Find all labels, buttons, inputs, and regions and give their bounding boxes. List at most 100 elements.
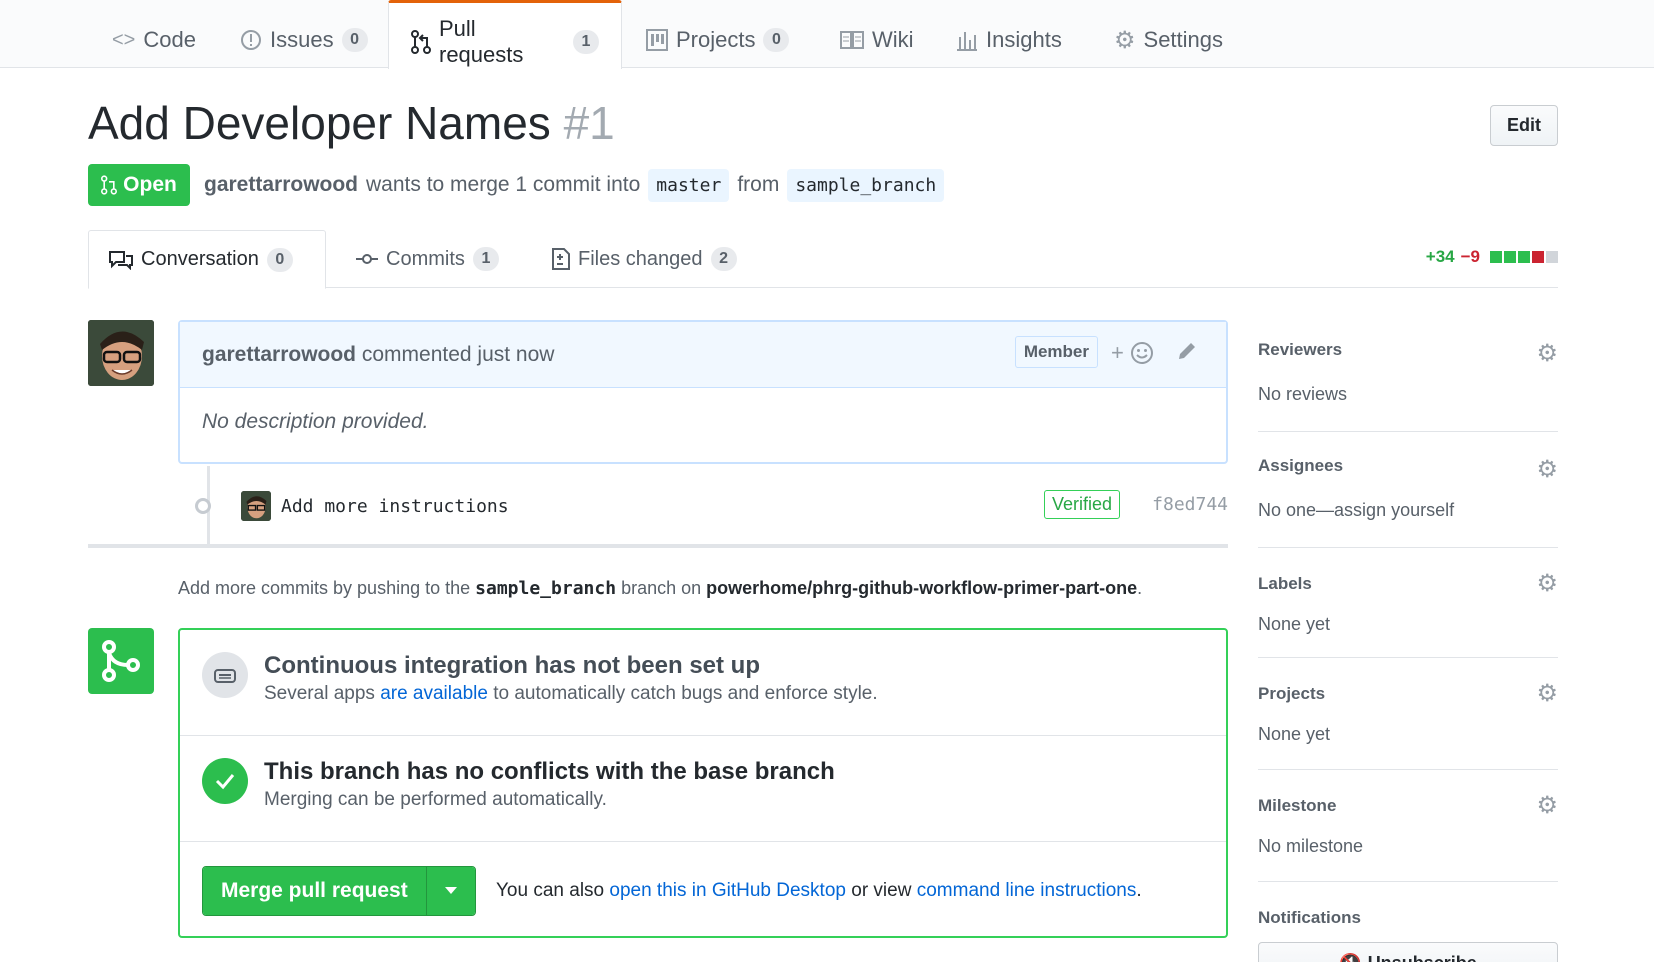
pull-requests-count: 1 bbox=[573, 30, 599, 54]
from-text: from bbox=[737, 173, 780, 196]
issue-icon bbox=[240, 29, 262, 51]
tab-issues-label: Issues bbox=[270, 27, 334, 52]
tab-code[interactable]: <> Code bbox=[112, 0, 196, 68]
tab-issues[interactable]: Issues 0 bbox=[240, 0, 368, 68]
status-label: Open bbox=[123, 173, 177, 196]
sidebar-milestone: Milestone No milestone ⚙ bbox=[1258, 770, 1558, 882]
merge-footer: You can also open this in GitHub Desktop… bbox=[496, 880, 1142, 902]
projects-value: None yet bbox=[1258, 724, 1331, 744]
assignees-heading: Assignees bbox=[1258, 456, 1344, 475]
comment-body: No description provided. bbox=[202, 410, 429, 433]
assignees-value[interactable]: No one—assign yourself bbox=[1258, 500, 1558, 521]
verified-badge[interactable]: Verified bbox=[1043, 490, 1120, 519]
push-hint: Add more commits by pushing to the sampl… bbox=[178, 578, 1142, 599]
tab-commits[interactable]: Commits 1 bbox=[356, 230, 499, 288]
milestone-value: No milestone bbox=[1258, 836, 1364, 856]
apps-available-link[interactable]: are available bbox=[380, 683, 488, 704]
tab-wiki[interactable]: Wiki bbox=[840, 0, 914, 68]
foot-prefix: You can also bbox=[496, 880, 605, 901]
tab-settings-label: Settings bbox=[1143, 27, 1224, 52]
reaction-plus: + bbox=[1111, 340, 1124, 365]
pr-tabnav: Conversation 0 Commits 1 Files changed 2… bbox=[88, 230, 1558, 289]
head-branch[interactable]: sample_branch bbox=[787, 168, 945, 202]
conflict-subtitle: Merging can be performed automatically. bbox=[264, 789, 607, 810]
labels-gear-icon[interactable]: ⚙ bbox=[1536, 572, 1558, 596]
tab-files-changed-label: Files changed bbox=[578, 247, 703, 270]
tab-settings[interactable]: ⚙ Settings bbox=[1114, 0, 1223, 68]
conflict-section: This branch has no conflicts with the ba… bbox=[180, 736, 1226, 842]
reviewers-value: No reviews bbox=[1258, 384, 1348, 404]
avatar[interactable] bbox=[88, 320, 154, 386]
tab-conversation-label: Conversation bbox=[141, 248, 259, 270]
check-icon bbox=[202, 758, 248, 804]
projects-count: 0 bbox=[763, 28, 790, 52]
deletions-count: −9 bbox=[1460, 247, 1480, 266]
ci-icon bbox=[202, 652, 248, 698]
tab-files-changed[interactable]: Files changed 2 bbox=[552, 230, 737, 288]
base-branch[interactable]: master bbox=[648, 168, 730, 202]
hint-prefix: Add more commits by pushing to the bbox=[178, 578, 471, 598]
status-badge: Open bbox=[88, 164, 190, 206]
assignees-gear-icon[interactable]: ⚙ bbox=[1536, 458, 1558, 482]
tab-insights-label: Insights bbox=[986, 27, 1062, 52]
command-line-link[interactable]: command line instructions bbox=[917, 880, 1137, 901]
sidebar-reviewers: Reviewers No reviews ⚙ bbox=[1258, 320, 1558, 432]
projects-heading: Projects bbox=[1258, 684, 1326, 703]
sidebar: Reviewers No reviews ⚙ Assignees No one—… bbox=[1258, 320, 1558, 928]
pr-number: #1 bbox=[563, 97, 615, 149]
add-reaction-button[interactable]: + bbox=[1111, 340, 1154, 366]
sidebar-projects: Projects None yet ⚙ bbox=[1258, 658, 1558, 770]
pr-title: Add Developer Names #1 bbox=[88, 96, 615, 150]
comment-discussion-icon bbox=[109, 250, 133, 270]
commit-message[interactable]: Add more instructions bbox=[281, 496, 509, 517]
milestone-heading: Milestone bbox=[1258, 796, 1337, 815]
gear-icon: ⚙ bbox=[1114, 26, 1136, 54]
ci-subtitle: Several apps are available to automatica… bbox=[264, 683, 878, 705]
smiley-icon bbox=[1131, 342, 1153, 364]
author-link[interactable]: garettarrowood bbox=[204, 173, 358, 197]
pull-request-icon bbox=[101, 175, 118, 195]
commits-count: 1 bbox=[472, 247, 499, 271]
merge-pull-request-button[interactable]: Merge pull request bbox=[203, 867, 427, 915]
unsubscribe-label: Unsubscribe bbox=[1368, 953, 1477, 962]
merge-box: Continuous integration has not been set … bbox=[178, 628, 1228, 938]
milestone-gear-icon[interactable]: ⚙ bbox=[1536, 794, 1558, 818]
file-diff-icon bbox=[552, 248, 570, 270]
conversation-count: 0 bbox=[266, 247, 293, 272]
conflict-title: This branch has no conflicts with the ba… bbox=[264, 758, 835, 785]
ci-sub-prefix: Several apps bbox=[264, 683, 375, 704]
ci-section: Continuous integration has not been set … bbox=[180, 630, 1226, 736]
merge-options-dropdown[interactable] bbox=[426, 867, 475, 915]
open-desktop-link[interactable]: open this in GitHub Desktop bbox=[609, 880, 846, 901]
issues-count: 0 bbox=[341, 28, 368, 52]
commit-sha[interactable]: f8ed744 bbox=[1152, 494, 1228, 515]
hint-suffix: . bbox=[1137, 578, 1143, 598]
projects-gear-icon[interactable]: ⚙ bbox=[1536, 682, 1558, 706]
unsubscribe-button[interactable]: 🔇 Unsubscribe bbox=[1258, 942, 1558, 962]
tab-conversation[interactable]: Conversation 0 bbox=[88, 230, 326, 289]
edit-button[interactable]: Edit bbox=[1490, 105, 1558, 146]
labels-value: None yet bbox=[1258, 614, 1331, 634]
comment-author[interactable]: garettarrowood bbox=[202, 343, 356, 367]
labels-heading: Labels bbox=[1258, 574, 1312, 593]
tab-projects[interactable]: Projects 0 bbox=[646, 0, 790, 68]
member-badge: Member bbox=[1014, 336, 1098, 368]
timeline-separator bbox=[88, 544, 1228, 548]
tab-pull-requests[interactable]: Pull requests 1 bbox=[388, 0, 622, 69]
hint-middle: branch on bbox=[621, 578, 702, 598]
tab-insights[interactable]: Insights bbox=[956, 0, 1062, 68]
diffstat-blocks bbox=[1490, 251, 1558, 263]
files-count: 2 bbox=[710, 247, 737, 271]
commit-avatar[interactable] bbox=[241, 491, 271, 521]
reviewers-gear-icon[interactable]: ⚙ bbox=[1536, 342, 1558, 366]
tab-pull-requests-label: Pull requests bbox=[439, 16, 524, 67]
additions-count: +34 bbox=[1425, 247, 1455, 266]
comment-action: commented just now bbox=[361, 342, 555, 366]
book-icon bbox=[840, 30, 864, 50]
hint-repo: powerhome/phrg-github-workflow-primer-pa… bbox=[706, 578, 1138, 598]
pencil-icon[interactable] bbox=[1176, 340, 1198, 368]
triangle-down-icon bbox=[444, 887, 457, 894]
tab-code-label: Code bbox=[143, 27, 196, 52]
tab-projects-label: Projects bbox=[676, 27, 756, 52]
pr-title-text: Add Developer Names bbox=[88, 97, 551, 149]
